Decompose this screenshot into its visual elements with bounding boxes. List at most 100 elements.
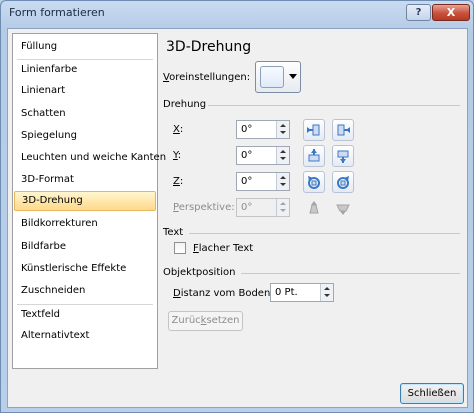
perspective-decrease-button bbox=[303, 197, 325, 219]
section-divider bbox=[241, 273, 460, 274]
nav-item-label: Füllung bbox=[21, 41, 58, 52]
nav-item-label: Linienart bbox=[21, 85, 66, 96]
spin-arrows[interactable] bbox=[276, 173, 289, 190]
presets-label-rest: oreinstellungen: bbox=[169, 72, 251, 83]
x-label-key: X bbox=[173, 124, 180, 135]
spin-up-icon bbox=[280, 202, 286, 205]
nav-item-label: Bildfarbe bbox=[21, 241, 67, 252]
spin-down-icon[interactable] bbox=[324, 294, 330, 297]
close-window-button[interactable]: X bbox=[432, 4, 470, 21]
spin-up-icon[interactable] bbox=[280, 176, 286, 179]
nav-item-label: Linienfarbe bbox=[21, 64, 78, 75]
flat-text-label[interactable]: Flacher Text bbox=[193, 243, 253, 254]
nav-item-schatten[interactable]: Schatten bbox=[14, 104, 156, 124]
nav-item-label: Künstlerische Effekte bbox=[21, 263, 127, 274]
rotate-z-ccw-button[interactable] bbox=[303, 171, 325, 193]
nav-item-label: Spiegelung bbox=[21, 130, 77, 141]
dialog-body: Füllung Linienfarbe Linienart Schatten S… bbox=[7, 28, 468, 408]
rotate-counterclockwise-icon bbox=[308, 176, 320, 189]
perspective-narrow-icon bbox=[309, 201, 319, 214]
nav-item-label: Textfeld bbox=[21, 309, 61, 320]
rotate-right-icon bbox=[337, 124, 350, 136]
rotate-y-up-button[interactable] bbox=[303, 145, 325, 167]
rotate-x-right-button[interactable] bbox=[332, 119, 354, 141]
y-rotation-value[interactable]: 0° bbox=[241, 150, 252, 161]
presets-label: Voreinstellungen: bbox=[163, 72, 250, 83]
z-rotation-spinner[interactable]: 0° bbox=[236, 172, 290, 191]
spin-arrows bbox=[276, 199, 289, 216]
spin-arrows[interactable] bbox=[276, 147, 289, 164]
nav-item-label: 3D-Format bbox=[21, 174, 74, 185]
rotation-section-title: Drehung bbox=[163, 99, 207, 110]
nav-item-3d-drehung[interactable]: 3D-Drehung bbox=[14, 191, 156, 211]
close-dialog-button[interactable]: Schließen bbox=[400, 383, 464, 404]
category-list: Füllung Linienfarbe Linienart Schatten S… bbox=[12, 33, 166, 369]
spin-down-icon[interactable] bbox=[280, 131, 286, 134]
title-bar[interactable]: Form formatieren ? X bbox=[1, 1, 473, 25]
nav-item-linienart[interactable]: Linienart bbox=[14, 81, 156, 101]
section-divider bbox=[189, 233, 460, 234]
distance-from-ground-spinner[interactable]: 0 Pt. bbox=[270, 283, 334, 302]
nav-item-fuellung[interactable]: Füllung bbox=[14, 37, 156, 57]
nav-item-label: Alternativtext bbox=[21, 330, 90, 341]
rotate-down-icon bbox=[337, 150, 349, 163]
y-rotation-label: Y: bbox=[173, 150, 181, 161]
distance-value[interactable]: 0 Pt. bbox=[275, 287, 298, 298]
perspective-label: Perspektive: bbox=[173, 202, 235, 213]
spin-up-icon[interactable] bbox=[280, 150, 286, 153]
distance-label-key: D bbox=[173, 288, 181, 299]
nav-item-bildfarbe[interactable]: Bildfarbe bbox=[14, 237, 156, 257]
spin-up-icon[interactable] bbox=[280, 124, 286, 127]
help-button[interactable]: ? bbox=[406, 4, 431, 21]
preset-preview bbox=[260, 66, 284, 88]
x-rotation-value[interactable]: 0° bbox=[241, 124, 252, 135]
settings-panel: 3D-Drehung Voreinstellungen: Drehung X: … bbox=[163, 33, 463, 369]
y-rotation-spinner[interactable]: 0° bbox=[236, 146, 290, 165]
rotate-left-icon bbox=[307, 124, 320, 136]
z-label-key: Z bbox=[173, 176, 180, 187]
nav-item-textfeld[interactable]: Textfeld bbox=[14, 305, 156, 325]
spin-down-icon bbox=[280, 209, 286, 212]
rotate-z-cw-button[interactable] bbox=[332, 171, 354, 193]
nav-item-linienfarbe[interactable]: Linienfarbe bbox=[14, 60, 156, 80]
nav-item-3d-format[interactable]: 3D-Format bbox=[14, 170, 156, 190]
text-section-title: Text bbox=[163, 227, 184, 238]
z-rotation-value[interactable]: 0° bbox=[241, 176, 252, 187]
nav-item-label: Schatten bbox=[21, 108, 66, 119]
z-rotation-label: Z: bbox=[173, 176, 183, 187]
nav-item-label: 3D-Drehung bbox=[22, 195, 83, 206]
section-divider bbox=[208, 105, 460, 106]
nav-item-leuchten[interactable]: Leuchten und weiche Kanten bbox=[14, 148, 166, 168]
nav-item-alternativtext[interactable]: Alternativtext bbox=[14, 326, 156, 346]
nav-item-spiegelung[interactable]: Spiegelung bbox=[14, 126, 156, 146]
spin-arrows[interactable] bbox=[276, 121, 289, 138]
reset-label-post: setzen bbox=[206, 315, 240, 326]
spin-down-icon[interactable] bbox=[280, 183, 286, 186]
nav-item-zuschneiden[interactable]: Zuschneiden bbox=[14, 281, 156, 301]
z-label-rest: : bbox=[179, 176, 184, 187]
spin-up-icon[interactable] bbox=[324, 287, 330, 290]
rotate-y-down-button[interactable] bbox=[332, 145, 354, 167]
perspective-label-rest: erspektive: bbox=[178, 202, 235, 213]
y-label-rest: : bbox=[177, 150, 182, 161]
rotate-x-left-button[interactable] bbox=[303, 119, 325, 141]
spin-down-icon[interactable] bbox=[280, 157, 286, 160]
nav-item-bildkorrekturen[interactable]: Bildkorrekturen bbox=[14, 214, 156, 234]
window-title: Form formatieren bbox=[9, 6, 105, 19]
x-rotation-label: X: bbox=[173, 124, 183, 135]
rotate-clockwise-icon bbox=[337, 176, 349, 189]
distance-label: Distanz vom Boden: bbox=[173, 288, 274, 299]
dropdown-arrow-icon bbox=[289, 74, 297, 79]
object-position-section-title: Objektposition bbox=[163, 267, 236, 278]
nav-item-label: Bildkorrekturen bbox=[21, 218, 98, 229]
x-label-rest: : bbox=[179, 124, 184, 135]
presets-dropdown-button[interactable] bbox=[255, 61, 301, 93]
x-rotation-spinner[interactable]: 0° bbox=[236, 120, 290, 139]
perspective-spinner: 0° bbox=[236, 198, 290, 217]
spin-arrows[interactable] bbox=[320, 284, 333, 301]
flat-text-checkbox[interactable] bbox=[174, 242, 186, 254]
flat-text-label-rest: lacher Text bbox=[198, 243, 254, 254]
nav-item-label: Leuchten und weiche Kanten bbox=[21, 152, 167, 163]
reset-label-pre: Zurüc bbox=[171, 315, 201, 326]
nav-item-kuenstlerische-effekte[interactable]: Künstlerische Effekte bbox=[14, 259, 156, 279]
